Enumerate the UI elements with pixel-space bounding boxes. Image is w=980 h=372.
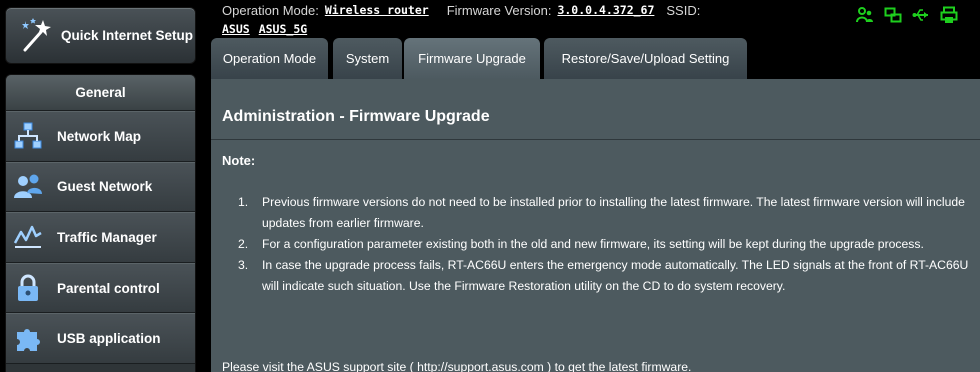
- lock-icon: [18, 274, 38, 302]
- list-item: 3. In case the upgrade process fails, RT…: [238, 255, 976, 297]
- status-icons: [856, 6, 958, 24]
- tab-restore-save-upload-setting[interactable]: Restore/Save/Upload Setting: [544, 38, 747, 79]
- list-item-number: 1.: [238, 195, 249, 209]
- ssid-link-5ghz[interactable]: ASUS_5G: [259, 22, 307, 36]
- sidebar-item-label: Network Map: [57, 128, 142, 144]
- notes-list: 1. Previous firmware versions do not nee…: [238, 192, 976, 297]
- sidebar-item-guest-network[interactable]: Guest Network: [6, 161, 195, 213]
- network-map-icon: [14, 122, 42, 149]
- sidebar-item-traffic-manager[interactable]: Traffic Manager: [6, 212, 195, 263]
- sidebar-item-usb-application[interactable]: USB application: [6, 313, 195, 364]
- list-item-text: In case the upgrade process fails, RT-AC…: [262, 258, 969, 293]
- firmware-version-label: Firmware Version:: [446, 2, 552, 18]
- operation-mode-label: Operation Mode:: [222, 2, 319, 18]
- sidebar-item-parental-control[interactable]: Parental control: [6, 262, 195, 314]
- sidebar-section-title: General: [6, 75, 195, 111]
- note-label: Note:: [222, 153, 256, 168]
- content-panel: Administration - Firmware Upgrade Note: …: [211, 79, 980, 372]
- firmware-version-link[interactable]: 3.0.0.4.372_67: [557, 3, 654, 17]
- list-item-text: Previous firmware versions do not need t…: [262, 195, 965, 230]
- tab-firmware-upgrade[interactable]: Firmware Upgrade: [404, 38, 540, 79]
- clients-icon[interactable]: [856, 6, 874, 24]
- ssid-label: SSID:: [666, 2, 701, 18]
- sidebar-menu: General Network Map Guest Network Traffi…: [5, 74, 196, 372]
- sidebar-item-label: Traffic Manager: [57, 229, 157, 245]
- sidebar-item-network-map[interactable]: Network Map: [6, 111, 195, 162]
- list-item-number: 2.: [238, 237, 249, 251]
- list-item: 1. Previous firmware versions do not nee…: [238, 192, 976, 234]
- network-icon[interactable]: [884, 6, 902, 24]
- ssid-link-24ghz[interactable]: ASUS: [222, 22, 250, 36]
- title-divider: [211, 139, 980, 140]
- list-item: 2. For a configuration parameter existin…: [238, 234, 976, 255]
- sidebar-item-label: USB application: [57, 331, 161, 347]
- quick-internet-setup-button[interactable]: Quick Internet Setup: [5, 7, 196, 64]
- tab-system[interactable]: System: [333, 38, 402, 79]
- list-item-text: For a configuration parameter existing b…: [262, 237, 924, 251]
- sidebar-item-label: Guest Network: [57, 179, 153, 195]
- status-bar: Operation Mode: Wireless router Firmware…: [222, 2, 700, 37]
- traffic-manager-icon: [13, 226, 42, 249]
- page-title: Administration - Firmware Upgrade: [222, 108, 490, 125]
- support-site-text: Please visit the ASUS support site ( htt…: [222, 360, 692, 372]
- puzzle-icon: [17, 328, 40, 351]
- sidebar-item-label: Parental control: [57, 280, 160, 296]
- printer-icon[interactable]: [940, 6, 958, 24]
- magic-wand-icon: [22, 17, 51, 51]
- guest-network-icon: [14, 174, 42, 198]
- tab-operation-mode[interactable]: Operation Mode: [211, 38, 328, 79]
- usb-icon[interactable]: [912, 6, 930, 24]
- list-item-number: 3.: [238, 258, 249, 272]
- operation-mode-link[interactable]: Wireless router: [325, 3, 429, 17]
- quick-internet-setup-label: Quick Internet Setup: [61, 28, 194, 43]
